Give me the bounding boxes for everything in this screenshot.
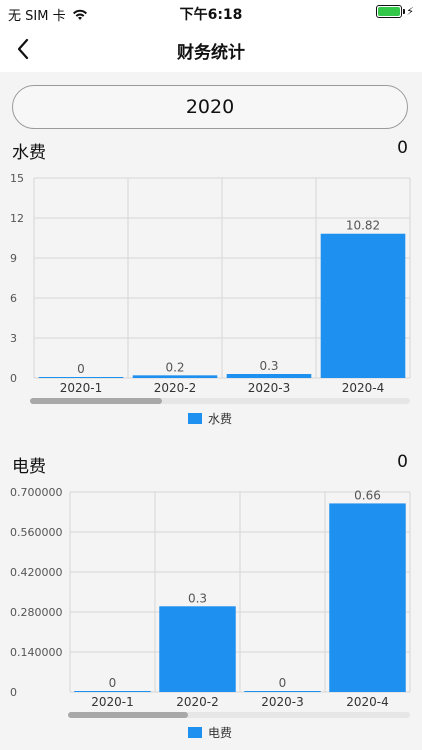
electric-legend-swatch: [188, 727, 202, 738]
electric-y-tick-label: 0: [10, 686, 17, 699]
electric-data-label: 0: [109, 676, 117, 690]
electric-y-tick-label: 0.700000: [10, 486, 63, 499]
electric-bar-chart[interactable]: 0 0.140000 0.280000 0.420000 0.560000 0.70000…: [0, 0, 422, 750]
electric-x-tick-label: 2020-4: [346, 695, 389, 709]
electric-data-label: 0.66: [354, 488, 381, 502]
electric-bar: [244, 691, 321, 692]
electric-data-label: 0.3: [188, 591, 207, 605]
electric-x-tick-label: 2020-2: [176, 695, 219, 709]
electric-bar: [329, 503, 406, 692]
electric-bar: [159, 606, 236, 692]
electric-x-tick-label: 2020-1: [91, 695, 134, 709]
electric-y-tick-label: 0.420000: [10, 566, 63, 579]
electric-y-tick-label: 0.560000: [10, 526, 63, 539]
electric-y-tick-label: 0.280000: [10, 606, 63, 619]
electric-y-tick-label: 0.140000: [10, 646, 63, 659]
electric-x-tick-label: 2020-3: [261, 695, 304, 709]
electric-scroll-thumb: [68, 712, 188, 718]
electric-bar: [74, 691, 151, 692]
electric-legend: 电费: [188, 724, 232, 741]
electric-legend-label: 电费: [208, 726, 233, 740]
electric-data-label: 0: [279, 676, 287, 690]
